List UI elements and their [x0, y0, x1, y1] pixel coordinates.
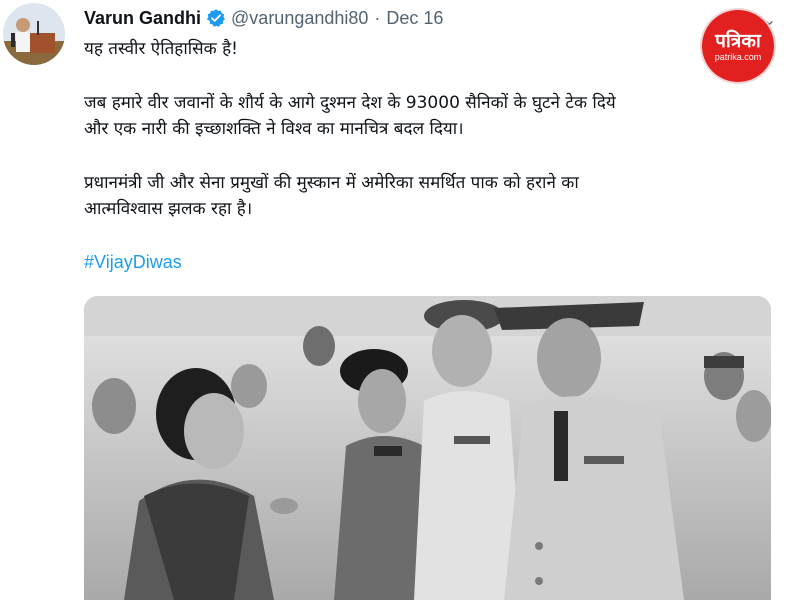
tweet-text-line2a: जब हमारे वीर जवानों के शौर्य के आगे दुश्…: [84, 93, 616, 113]
author-handle[interactable]: @varungandhi80: [231, 8, 368, 29]
tweet-date[interactable]: Dec 16: [386, 8, 443, 29]
tweet-text-line3a: प्रधानमंत्री जी और सेना प्रमुखों की मुस्…: [84, 173, 579, 193]
tweet-header: Varun Gandhi @varungandhi80 · Dec 16: [84, 6, 443, 30]
author-name[interactable]: Varun Gandhi: [84, 8, 201, 29]
tweet-paragraph-2: जब हमारे वीर जवानों के शौर्य के आगे दुश्…: [84, 90, 724, 142]
profile-avatar: [3, 3, 65, 65]
tweet-text-line2b: और एक नारी की इच्छाशक्ति ने विश्व का मान…: [84, 119, 464, 139]
hashtag-link[interactable]: #VijayDiwas: [84, 252, 182, 273]
separator-dot: ·: [374, 7, 381, 28]
tweet-photo[interactable]: [84, 296, 771, 600]
verified-badge-icon: [206, 9, 226, 27]
tweet-paragraph-3: प्रधानमंत्री जी और सेना प्रमुखों की मुस्…: [84, 170, 724, 222]
historic-photo-illustration: [84, 296, 771, 600]
tweet-text-line3b: आत्मविश्वास झलक रहा है।: [84, 199, 253, 219]
tweet-text-line1: यह तस्वीर ऐतिहासिक है!: [84, 39, 238, 59]
author-avatar[interactable]: [3, 3, 65, 65]
